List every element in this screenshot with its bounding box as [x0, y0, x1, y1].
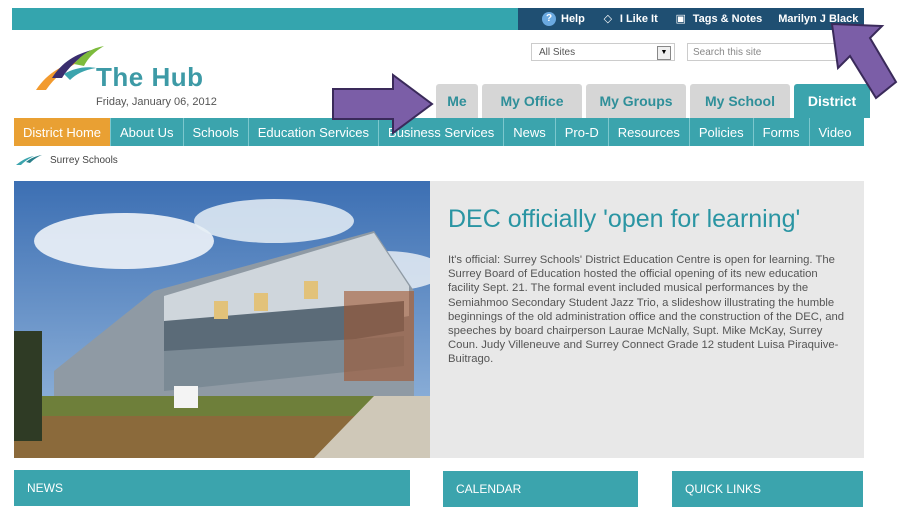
tab-my-groups-label: My Groups — [599, 93, 673, 109]
site-scope-select[interactable]: All Sites ▼ — [531, 43, 675, 61]
breadcrumb: Surrey Schools — [16, 154, 118, 166]
tags-notes-label: Tags & Notes — [692, 13, 763, 25]
current-date: Friday, January 06, 2012 — [96, 96, 217, 108]
help-link[interactable]: ? Help — [534, 8, 593, 30]
breadcrumb-link[interactable]: Surrey Schools — [50, 155, 118, 166]
dropdown-arrow-icon[interactable]: ▼ — [657, 46, 671, 60]
feature-body: It's official: Surrey Schools' District … — [448, 254, 845, 366]
nav-resources[interactable]: Resources — [609, 118, 690, 146]
site-scope-value: All Sites — [539, 46, 576, 58]
nav-schools[interactable]: Schools — [184, 118, 249, 146]
search-placeholder: Search this site — [693, 46, 762, 58]
tab-my-office-label: My Office — [500, 93, 564, 109]
tab-my-school[interactable]: My School — [690, 84, 790, 118]
annotation-arrow-up-left-icon — [830, 22, 898, 100]
utility-bar: ? Help ◇ I Like It ▣ Tags & Notes Marily… — [518, 8, 870, 30]
help-label: Help — [561, 13, 585, 25]
nav-pro-d[interactable]: Pro-D — [556, 118, 609, 146]
context-tabs: Me My Office My Groups My School Distric… — [436, 84, 870, 118]
annotation-arrow-right-icon — [332, 73, 434, 135]
feature-building-image[interactable] — [14, 181, 430, 458]
quick-links-panel-header: QUICK LINKS — [672, 471, 863, 507]
hub-logo-icon — [36, 46, 104, 90]
help-icon: ? — [542, 12, 556, 26]
tab-me-label: Me — [447, 93, 467, 109]
feature-title[interactable]: DEC officially 'open for learning' — [448, 205, 800, 234]
nav-about-us[interactable]: About Us — [111, 118, 184, 146]
nav-forms[interactable]: Forms — [754, 118, 810, 146]
swoosh-icon — [16, 155, 42, 165]
tab-my-school-label: My School — [704, 93, 775, 109]
tab-my-office[interactable]: My Office — [482, 84, 582, 118]
tag-icon: ◇ — [603, 13, 613, 25]
nav-district-home[interactable]: District Home — [14, 118, 112, 146]
tags-notes-link[interactable]: ▣ Tags & Notes — [666, 8, 770, 30]
like-label: I Like It — [619, 13, 658, 25]
nav-policies[interactable]: Policies — [690, 118, 754, 146]
main-navigation: District Home About Us Schools Education… — [14, 118, 864, 146]
top-ribbon: ? Help ◇ I Like It ▣ Tags & Notes Marily… — [12, 8, 870, 30]
site-title: The Hub — [96, 62, 204, 92]
nav-video[interactable]: Video — [810, 118, 861, 146]
search-input[interactable]: Search this site — [687, 43, 847, 61]
like-link[interactable]: ◇ I Like It — [593, 8, 666, 30]
nav-news[interactable]: News — [504, 118, 556, 146]
notes-icon: ▣ — [675, 13, 686, 25]
news-panel-header: NEWS — [14, 470, 410, 506]
calendar-panel-header: CALENDAR — [443, 471, 638, 507]
tab-me[interactable]: Me — [436, 84, 478, 118]
tab-my-groups[interactable]: My Groups — [586, 84, 686, 118]
